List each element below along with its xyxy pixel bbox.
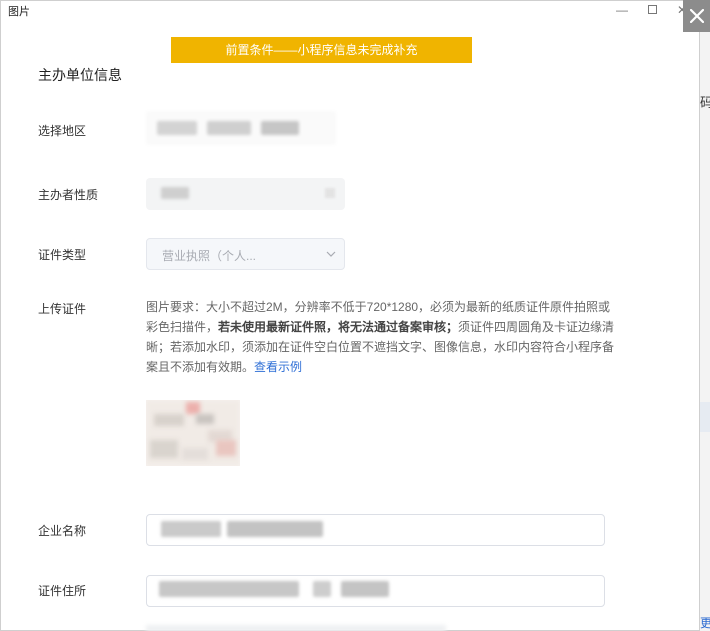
cert-type-select[interactable]: 营业执照（个人... (146, 238, 345, 270)
cert-type-label: 证件类型 (38, 248, 87, 262)
upload-cert-label: 上传证件 (38, 302, 87, 316)
prerequisite-banner: 前置条件——小程序信息未完成补充 (171, 37, 472, 63)
cert-address-label: 证件住所 (38, 584, 87, 598)
chevron-down-icon (326, 251, 336, 257)
upload-requirements: 图片要求：大小不超过2M，分辨率不低于720*1280，必须为最新的纸质证件原件… (146, 297, 616, 377)
view-example-link[interactable]: 查看示例 (254, 360, 302, 374)
background-text: 码 (700, 95, 710, 110)
close-icon-glyph (689, 9, 704, 23)
organizer-nature-value-blurred (161, 187, 189, 199)
uploaded-cert-thumbnail[interactable] (146, 400, 240, 466)
window-title: 图片 (8, 6, 30, 18)
maximize-icon[interactable] (641, 1, 663, 19)
minimize-icon[interactable]: — (611, 1, 633, 19)
title-bar: 图片 — ✕ (1, 1, 701, 19)
next-field-partial (146, 625, 446, 631)
upload-requirements-bold: 若未使用最新证件照，将无法通过备案审核； (218, 320, 459, 334)
region-label: 选择地区 (38, 124, 87, 138)
background-link[interactable]: 更新 (700, 614, 710, 631)
chevron-down-icon (325, 188, 335, 198)
close-icon[interactable] (683, 0, 710, 32)
company-name-label: 企业名称 (38, 524, 87, 538)
background-element (700, 402, 710, 432)
section-title: 主办单位信息 (38, 67, 122, 83)
organizer-nature-label: 主办者性质 (38, 188, 99, 202)
cert-type-value: 营业执照（个人... (162, 249, 257, 263)
image-viewer-window: 图片 — ✕ 前置条件——小程序信息未完成补充 主办单位信息 选择地区 主办者性… (0, 0, 701, 631)
